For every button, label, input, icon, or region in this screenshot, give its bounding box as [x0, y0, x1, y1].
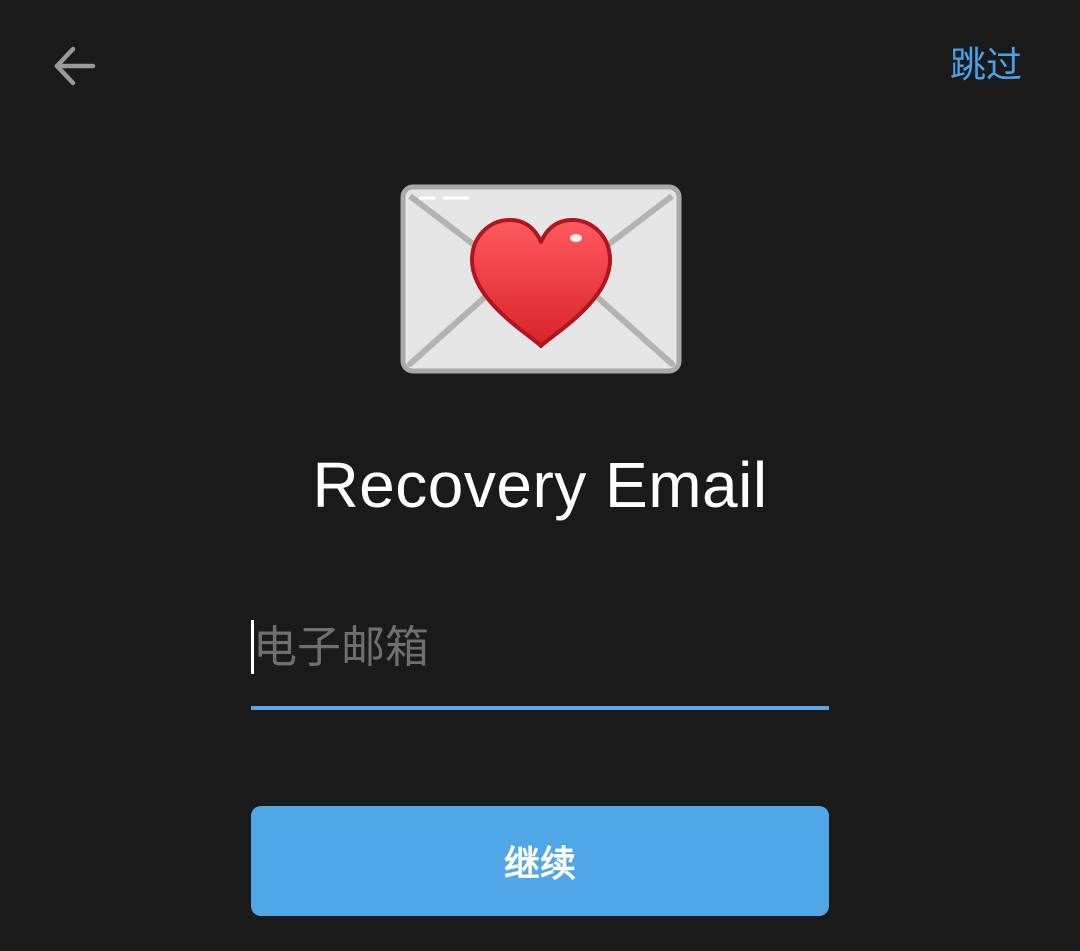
love-letter-icon: [400, 184, 682, 374]
continue-button[interactable]: 继续: [251, 806, 829, 916]
page-title: Recovery Email: [312, 449, 768, 521]
skip-button[interactable]: 跳过: [950, 40, 1022, 90]
text-cursor: [251, 620, 254, 674]
hero-illustration: [400, 184, 682, 374]
recovery-email-screen: 跳过 Recovery Email 电子邮箱 继续: [0, 0, 1080, 951]
arrow-left-icon: [54, 46, 96, 86]
email-field[interactable]: [251, 612, 831, 710]
email-field-underline: [251, 706, 829, 710]
back-button[interactable]: [44, 36, 104, 96]
email-input[interactable]: [251, 612, 831, 684]
